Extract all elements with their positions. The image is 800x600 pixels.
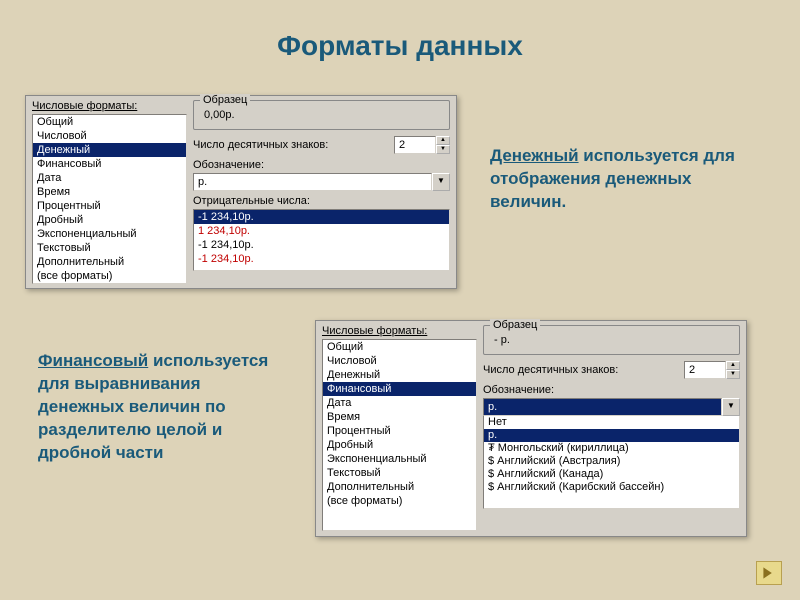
list-item[interactable]: Дополнительный <box>323 480 476 494</box>
decimals-input[interactable] <box>394 136 436 154</box>
option-item[interactable]: р. <box>484 429 739 442</box>
list-item[interactable]: Финансовый <box>323 382 476 396</box>
list-item[interactable]: Общий <box>323 340 476 354</box>
list-item[interactable]: Финансовый <box>33 157 186 171</box>
list-item[interactable]: Денежный <box>323 368 476 382</box>
option-item[interactable]: ₮ Монгольский (кириллица) <box>484 442 739 455</box>
list-item[interactable]: (все форматы) <box>33 269 186 283</box>
symbol-value: р. <box>193 173 432 191</box>
list-item[interactable]: (все форматы) <box>323 494 476 508</box>
list-item[interactable]: Числовой <box>33 129 186 143</box>
list-item[interactable]: Время <box>323 410 476 424</box>
chevron-down-icon[interactable]: ▼ <box>722 398 740 416</box>
list-item[interactable]: -1 234,10р. <box>194 238 449 252</box>
spinner-up-icon[interactable]: ▲ <box>436 136 450 145</box>
arrow-right-icon <box>762 566 776 580</box>
list-item[interactable]: Денежный <box>33 143 186 157</box>
option-item[interactable]: $ Английский (Карибский бассейн) <box>484 481 739 494</box>
decimals-spinner[interactable]: ▲ ▼ <box>394 136 450 154</box>
list-item[interactable]: -1 234,10р. <box>194 252 449 266</box>
decimals-spinner[interactable]: ▲ ▼ <box>684 361 740 379</box>
list-item[interactable]: Экспоненциальный <box>33 227 186 241</box>
sample-value: - р. <box>490 332 733 348</box>
symbol-dropdown[interactable]: р. ▼ <box>193 173 450 191</box>
option-item[interactable]: $ Английский (Австралия) <box>484 455 739 468</box>
list-item[interactable]: Экспоненциальный <box>323 452 476 466</box>
decimals-label: Число десятичных знаков: <box>483 364 684 376</box>
sample-label: Образец <box>490 319 540 331</box>
list-item[interactable]: Процентный <box>33 199 186 213</box>
format-dialog-money: Числовые форматы: ОбщийЧисловойДенежныйФ… <box>25 95 457 289</box>
symbol-options-list[interactable]: Нетр.₮ Монгольский (кириллица)$ Английск… <box>483 416 740 509</box>
list-item[interactable]: Общий <box>33 115 186 129</box>
list-item[interactable]: Текстовый <box>33 241 186 255</box>
spinner-down-icon[interactable]: ▼ <box>436 145 450 154</box>
chevron-down-icon[interactable]: ▼ <box>432 173 450 191</box>
categories-label: Числовые форматы: <box>32 100 187 112</box>
option-item[interactable]: Нет <box>484 416 739 429</box>
categories-listbox[interactable]: ОбщийЧисловойДенежныйФинансовыйДатаВремя… <box>322 339 477 531</box>
description-money: Денежный используется для отображения де… <box>490 145 770 214</box>
option-item[interactable]: $ Английский (Канада) <box>484 468 739 481</box>
symbol-label: Обозначение: <box>193 159 450 171</box>
list-item[interactable]: Числовой <box>323 354 476 368</box>
negatives-listbox[interactable]: -1 234,10р.1 234,10р.-1 234,10р.-1 234,1… <box>193 209 450 271</box>
symbol-label: Обозначение: <box>483 384 740 396</box>
list-item[interactable]: Процентный <box>323 424 476 438</box>
categories-listbox[interactable]: ОбщийЧисловойДенежныйФинансовыйДатаВремя… <box>32 114 187 284</box>
format-dialog-financial: Числовые форматы: ОбщийЧисловойДенежныйФ… <box>315 320 747 537</box>
negatives-label: Отрицательные числа: <box>193 195 450 207</box>
list-item[interactable]: Дата <box>323 396 476 410</box>
list-item[interactable]: Дополнительный <box>33 255 186 269</box>
symbol-value: р. <box>483 398 722 416</box>
categories-label: Числовые форматы: <box>322 325 477 337</box>
list-item[interactable]: Дробный <box>33 213 186 227</box>
page-title: Форматы данных <box>0 0 800 77</box>
list-item[interactable]: Время <box>33 185 186 199</box>
list-item[interactable]: -1 234,10р. <box>194 210 449 224</box>
spinner-up-icon[interactable]: ▲ <box>726 361 740 370</box>
spinner-down-icon[interactable]: ▼ <box>726 370 740 379</box>
decimals-input[interactable] <box>684 361 726 379</box>
sample-label: Образец <box>200 94 250 106</box>
list-item[interactable]: Дата <box>33 171 186 185</box>
sample-value: 0,00р. <box>200 107 443 123</box>
sample-fieldset: Образец - р. <box>483 325 740 355</box>
list-item[interactable]: Дробный <box>323 438 476 452</box>
next-button[interactable] <box>756 561 782 585</box>
symbol-dropdown[interactable]: р. ▼ <box>483 398 740 416</box>
decimals-label: Число десятичных знаков: <box>193 139 394 151</box>
list-item[interactable]: 1 234,10р. <box>194 224 449 238</box>
description-financial: Финансовый используется для выравнивания… <box>38 350 288 465</box>
sample-fieldset: Образец 0,00р. <box>193 100 450 130</box>
list-item[interactable]: Текстовый <box>323 466 476 480</box>
